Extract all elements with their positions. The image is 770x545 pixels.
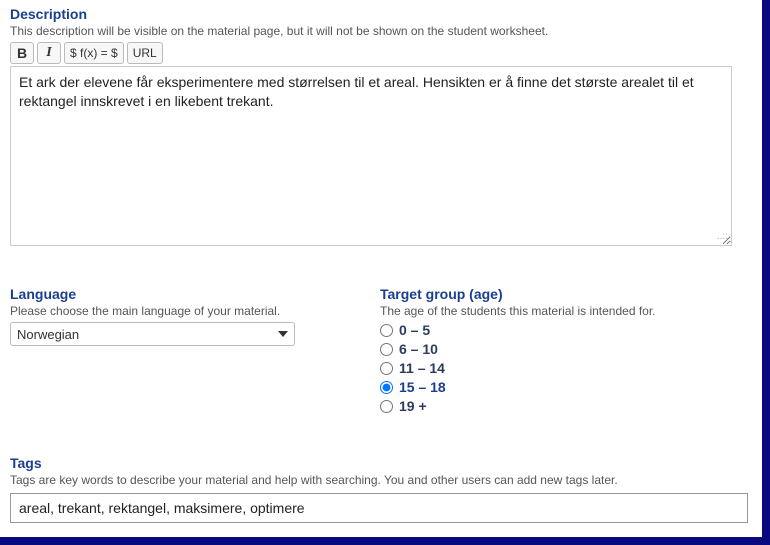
- url-button[interactable]: URL: [127, 42, 163, 64]
- radio-6-10[interactable]: 6 – 10: [380, 341, 752, 357]
- description-section: Description This description will be vis…: [10, 6, 752, 246]
- description-title: Description: [10, 6, 752, 22]
- radio-15-18[interactable]: 15 – 18: [380, 379, 752, 395]
- target-group-section: Target group (age) The age of the studen…: [380, 286, 752, 417]
- radio-label-11-14: 11 – 14: [399, 360, 445, 376]
- radio-input-15-18[interactable]: [380, 381, 393, 394]
- radio-input-6-10[interactable]: [380, 343, 393, 356]
- language-title: Language: [10, 286, 380, 302]
- tags-input[interactable]: [10, 493, 748, 523]
- description-hint: This description will be visible on the …: [10, 24, 752, 38]
- radio-label-15-18: 15 – 18: [399, 379, 446, 395]
- target-group-hint: The age of the students this material is…: [380, 304, 752, 318]
- resize-grip-icon: ..::: [717, 230, 728, 244]
- language-section: Language Please choose the main language…: [10, 286, 380, 417]
- chevron-down-icon: [278, 331, 288, 337]
- language-selected-value: Norwegian: [17, 327, 79, 342]
- radio-label-19-plus: 19 +: [399, 398, 427, 414]
- target-group-title: Target group (age): [380, 286, 752, 302]
- target-group-radios: 0 – 5 6 – 10 11 – 14 15 – 18 19 +: [380, 322, 752, 414]
- radio-19-plus[interactable]: 19 +: [380, 398, 752, 414]
- radio-input-0-5[interactable]: [380, 324, 393, 337]
- description-text: Et ark der elevene får eksperimentere me…: [19, 74, 694, 109]
- description-textarea[interactable]: Et ark der elevene får eksperimentere me…: [10, 66, 732, 246]
- radio-input-11-14[interactable]: [380, 362, 393, 375]
- language-hint: Please choose the main language of your …: [10, 304, 380, 318]
- radio-11-14[interactable]: 11 – 14: [380, 360, 752, 376]
- description-toolbar: B I $ f(x) = $ URL: [10, 42, 752, 64]
- radio-label-0-5: 0 – 5: [399, 322, 430, 338]
- radio-label-6-10: 6 – 10: [399, 341, 438, 357]
- radio-input-19-plus[interactable]: [380, 400, 393, 413]
- bold-button[interactable]: B: [10, 42, 34, 64]
- tags-title: Tags: [10, 455, 752, 471]
- tags-hint: Tags are key words to describe your mate…: [10, 473, 752, 487]
- tags-section: Tags Tags are key words to describe your…: [10, 455, 752, 523]
- italic-button[interactable]: I: [37, 42, 61, 64]
- radio-0-5[interactable]: 0 – 5: [380, 322, 752, 338]
- language-select[interactable]: Norwegian: [10, 322, 295, 346]
- formula-button[interactable]: $ f(x) = $: [64, 42, 124, 64]
